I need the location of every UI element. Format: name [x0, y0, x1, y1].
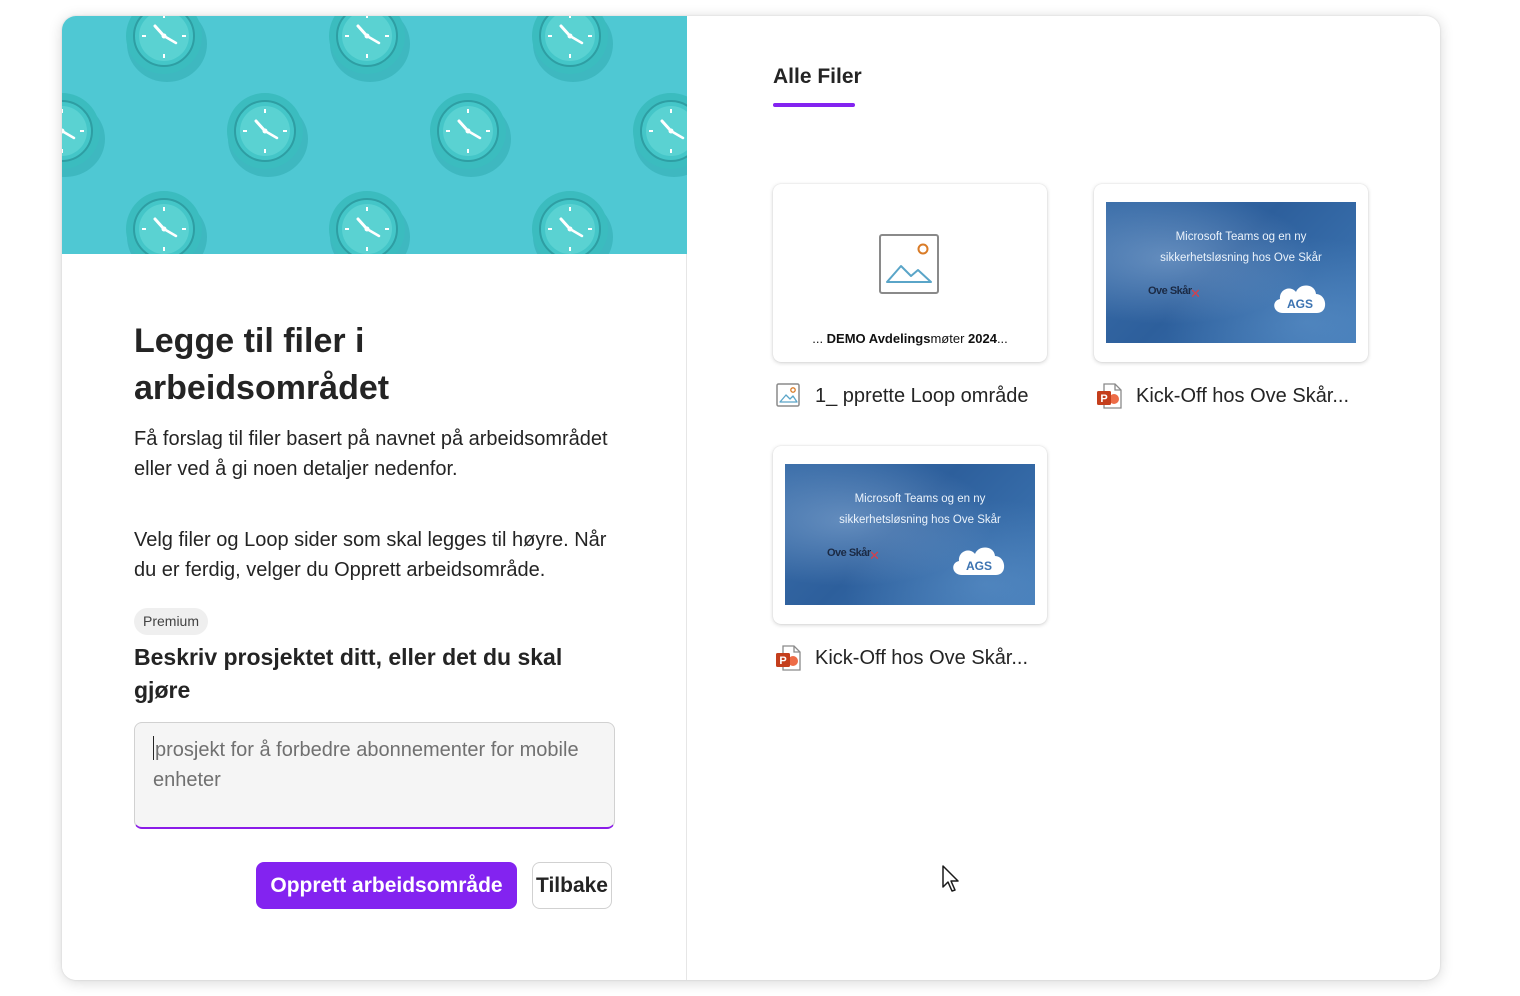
svg-text:AGS: AGS [1287, 297, 1313, 311]
description-suggestions: Få forslag til filer basert på navnet på… [134, 428, 608, 480]
svg-text:AGS: AGS [966, 559, 992, 573]
logo-mark-icon: ✕ [869, 548, 880, 563]
slide-thumbnail: Microsoft Teams og en ny sikkerhetsløsni… [785, 464, 1035, 605]
file-name-row[interactable]: 1_ pprette Loop område [775, 382, 1029, 410]
file-card[interactable]: Microsoft Teams og en ny sikkerhetsløsni… [1094, 184, 1368, 362]
project-description-input[interactable]: prosjekt for å forbedre abonnementer for… [134, 722, 615, 829]
slide-thumbnail: Microsoft Teams og en ny sikkerhetsløsni… [1106, 202, 1356, 343]
ove-skar-logo: Ove Skår [1148, 285, 1192, 297]
description-instructions: Velg filer og Loop sider som skal legges… [134, 529, 607, 581]
file-card[interactable]: Microsoft Teams og en ny sikkerhetsløsni… [773, 446, 1047, 624]
file-name-row[interactable]: P Kick-Off hos Ove Skår... [775, 644, 1028, 672]
tab-all-files[interactable]: Alle Filer [773, 64, 862, 90]
powerpoint-file-icon: P [776, 645, 801, 671]
svg-text:P: P [779, 655, 786, 667]
ove-skar-logo: Ove Skår [827, 547, 871, 559]
add-files-dialog: Legge til filer i arbeidsområdet Få fors… [62, 16, 1440, 980]
input-placeholder: prosjekt for å forbedre abonnementer for… [153, 739, 579, 791]
dialog-title: Legge til filer i arbeidsområdet [134, 322, 390, 407]
premium-badge: Premium [134, 608, 209, 635]
ags-cloud-logo: AGS [1274, 285, 1326, 313]
mouse-pointer-icon [942, 865, 959, 892]
back-button[interactable]: Tilbake [532, 862, 612, 909]
prompt-label: Beskriv prosjektet ditt, eller det du sk… [134, 644, 563, 703]
file-name-row[interactable]: P Kick-Off hos Ove Skår... [1096, 382, 1349, 410]
right-panel: Alle Filer ... DEMO Avdelingsmøter 2024.… [687, 16, 1440, 980]
text-caret [153, 736, 154, 760]
slide-title: Microsoft Teams og en ny sikkerhetsløsni… [839, 493, 1001, 526]
slide-title: Microsoft Teams og en ny sikkerhetsløsni… [1160, 231, 1322, 264]
left-panel: Legge til filer i arbeidsområdet Få fors… [62, 16, 687, 980]
image-placeholder-icon [879, 234, 939, 294]
file-name: Kick-Off hos Ove Skår... [815, 646, 1029, 669]
powerpoint-file-icon: P [1097, 383, 1122, 409]
svg-text:P: P [1100, 393, 1107, 405]
create-workspace-button[interactable]: Opprett arbeidsområde [256, 862, 517, 909]
image-file-icon [776, 383, 800, 407]
logo-mark-icon: ✕ [1190, 286, 1201, 301]
ags-cloud-logo: AGS [953, 547, 1005, 575]
file-name: 1_ pprette Loop område [815, 384, 1029, 407]
hero-clocks-image [62, 16, 687, 254]
file-name: Kick-Off hos Ove Skår... [1136, 384, 1350, 407]
tab-selected-indicator [773, 103, 855, 107]
file-card[interactable]: ... DEMO Avdelingsmøter 2024... [773, 184, 1047, 362]
clock-pattern-illustration [62, 16, 687, 254]
file-preview-caption: ... DEMO Avdelingsmøter 2024... [812, 331, 1008, 346]
